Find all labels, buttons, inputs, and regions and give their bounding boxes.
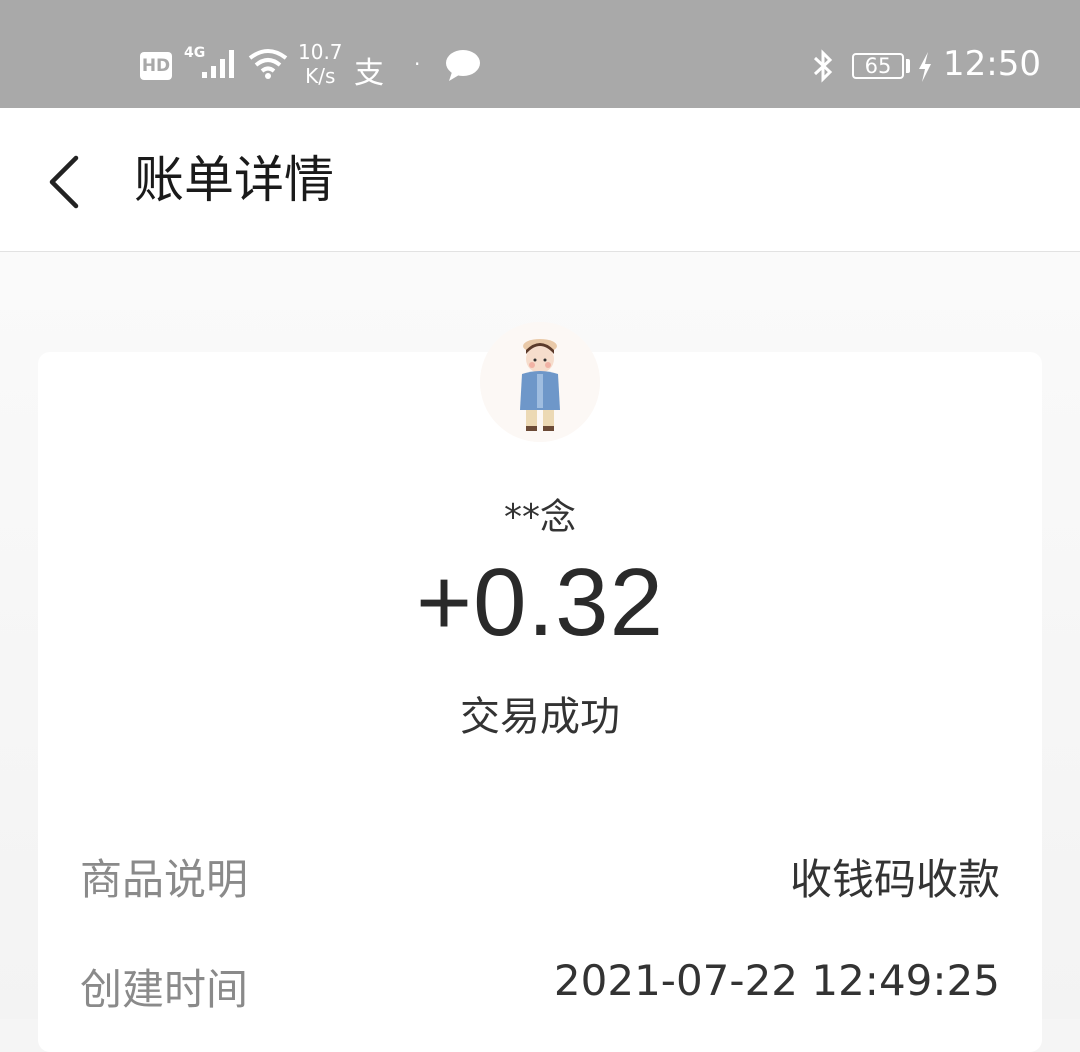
speed-unit: K/s	[305, 64, 336, 88]
back-button[interactable]	[36, 152, 96, 212]
transaction-amount: +0.32	[416, 549, 664, 656]
created-time-value: 2021-07-22 12:49:25	[553, 956, 1000, 1005]
chat-bubble-icon	[444, 48, 482, 86]
battery-tip	[906, 59, 910, 73]
charging-icon	[916, 50, 934, 88]
app-header: 账单详情	[0, 108, 1080, 252]
hd-badge: HD	[140, 52, 172, 80]
payer-name: **念	[503, 497, 576, 538]
dot-separator: ·	[414, 52, 421, 76]
clock: 12:50	[943, 44, 1041, 84]
transaction-status: 交易成功	[460, 694, 620, 740]
chevron-left-icon	[49, 155, 79, 209]
battery-level: 65	[852, 53, 904, 79]
bluetooth-icon	[808, 48, 838, 88]
avatar[interactable]	[480, 322, 600, 442]
product-description-label: 商品说明	[80, 855, 249, 904]
product-description-value: 收钱码收款	[789, 855, 1000, 904]
speed-value: 10.7	[298, 40, 343, 64]
network-speed: 10.7 K/s	[298, 40, 343, 88]
signal-icon	[200, 46, 240, 84]
avatar-illustration	[480, 322, 600, 442]
page-title: 账单详情	[134, 151, 334, 209]
created-time-label: 创建时间	[80, 965, 249, 1014]
wifi-icon	[248, 46, 288, 84]
alipay-icon: 支	[354, 56, 384, 91]
status-bar: HD 4G 10.7 K/s 支 · 65 12:50	[0, 0, 1080, 108]
